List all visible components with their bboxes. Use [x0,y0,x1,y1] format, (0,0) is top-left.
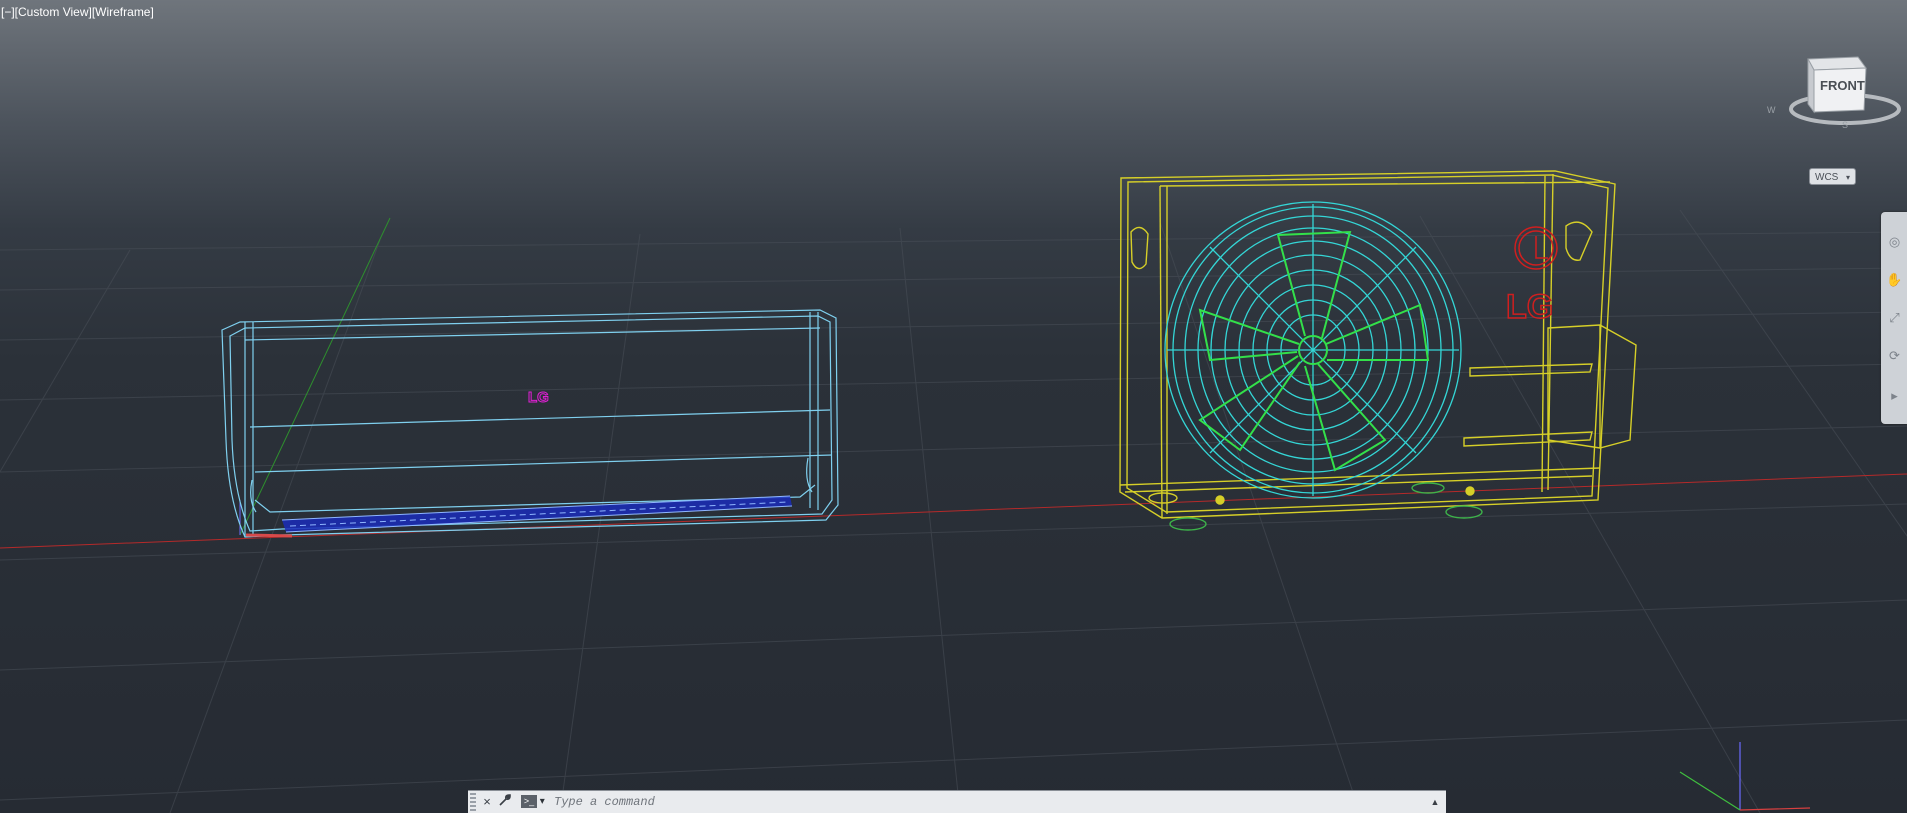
grip-handle[interactable] [470,793,476,811]
viewcube[interactable]: FRONT W S [1767,56,1901,130]
viewcube-compass-west: W [1767,105,1776,115]
ucs-menu-button[interactable]: WCS ▾ [1809,168,1856,185]
zoom-extents-icon[interactable]: ⤢ [1885,308,1904,327]
command-prompt-button[interactable]: >_ ▾ [521,794,547,810]
viewport-controls-label[interactable]: [−][Custom View][Wireframe] [1,5,154,19]
ucs-icon [1679,742,1811,811]
indoor-unit-logo: LG [528,389,549,406]
close-icon[interactable]: × [479,793,495,811]
ucs-menu-label: WCS [1815,172,1839,183]
prompt-icon: >_ [521,794,537,808]
chevron-down-icon: ▾ [539,796,545,807]
model-space-scene[interactable]: LG LG FRONT W S [0,0,1907,813]
steering-wheel-icon[interactable]: ◎ [1885,232,1904,251]
showmotion-icon[interactable]: ▸ [1885,386,1904,405]
y-axis-line [239,217,391,536]
pan-icon[interactable]: ✋ [1885,270,1904,289]
navigation-bar[interactable]: ◎ ✋ ⤢ ⟳ ▸ [1881,212,1907,424]
wrench-icon[interactable] [497,793,513,811]
outdoor-unit-logo: LG [1506,288,1553,326]
drawing-viewport[interactable]: LG LG FRONT W S [−][Custom View][Wirefra… [0,0,1907,813]
outdoor-unit-logo-circle [1514,226,1558,270]
indoor-unit-vent [245,495,793,538]
orbit-icon[interactable]: ⟳ [1885,346,1904,365]
viewcube-compass-south: S [1842,120,1848,130]
command-input[interactable] [554,793,1404,811]
chevron-down-icon: ▾ [1845,173,1850,182]
command-line[interactable]: × >_ ▾ ▲ [468,790,1446,813]
command-history-icon[interactable]: ▲ [1428,794,1442,810]
viewcube-front-label: FRONT [1820,78,1865,93]
fan-grill [1164,201,1462,499]
